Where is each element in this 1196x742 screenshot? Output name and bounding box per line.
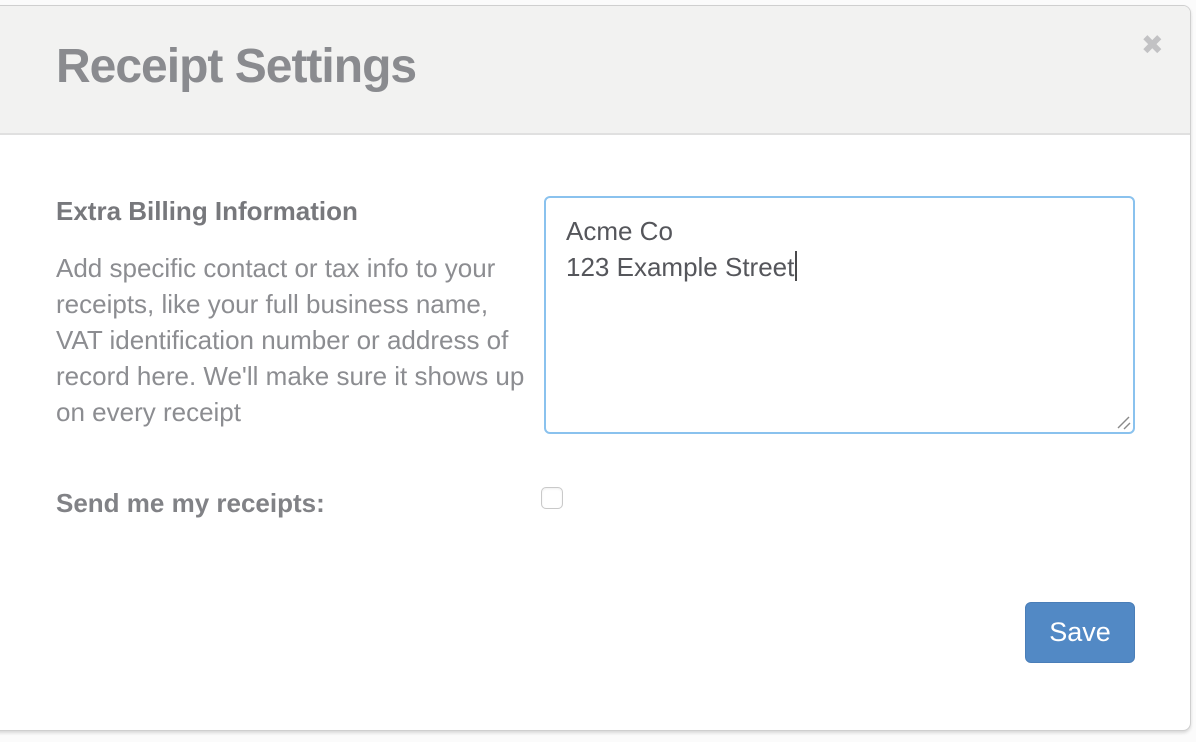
extra-billing-value: Acme Co 123 Example Street [566, 216, 794, 282]
extra-billing-description: Add specific contact or tax info to your… [56, 250, 534, 430]
close-icon[interactable]: ✖ [1141, 32, 1164, 59]
page-background: Receipt Settings ✖ Extra Billing Informa… [0, 0, 1196, 742]
modal-header: Receipt Settings ✖ [0, 6, 1190, 135]
extra-billing-textarea[interactable]: Acme Co 123 Example Street [544, 196, 1135, 434]
extra-billing-label: Extra Billing Information [56, 196, 358, 227]
text-cursor [795, 251, 797, 281]
send-receipts-checkbox[interactable] [541, 487, 563, 509]
receipt-settings-modal: Receipt Settings ✖ Extra Billing Informa… [0, 5, 1191, 731]
modal-body: Extra Billing Information Add specific c… [0, 137, 1190, 730]
save-button[interactable]: Save [1025, 602, 1135, 663]
resize-handle-icon[interactable] [1114, 413, 1131, 430]
modal-title: Receipt Settings [56, 39, 416, 94]
send-receipts-label: Send me my receipts: [56, 488, 325, 519]
